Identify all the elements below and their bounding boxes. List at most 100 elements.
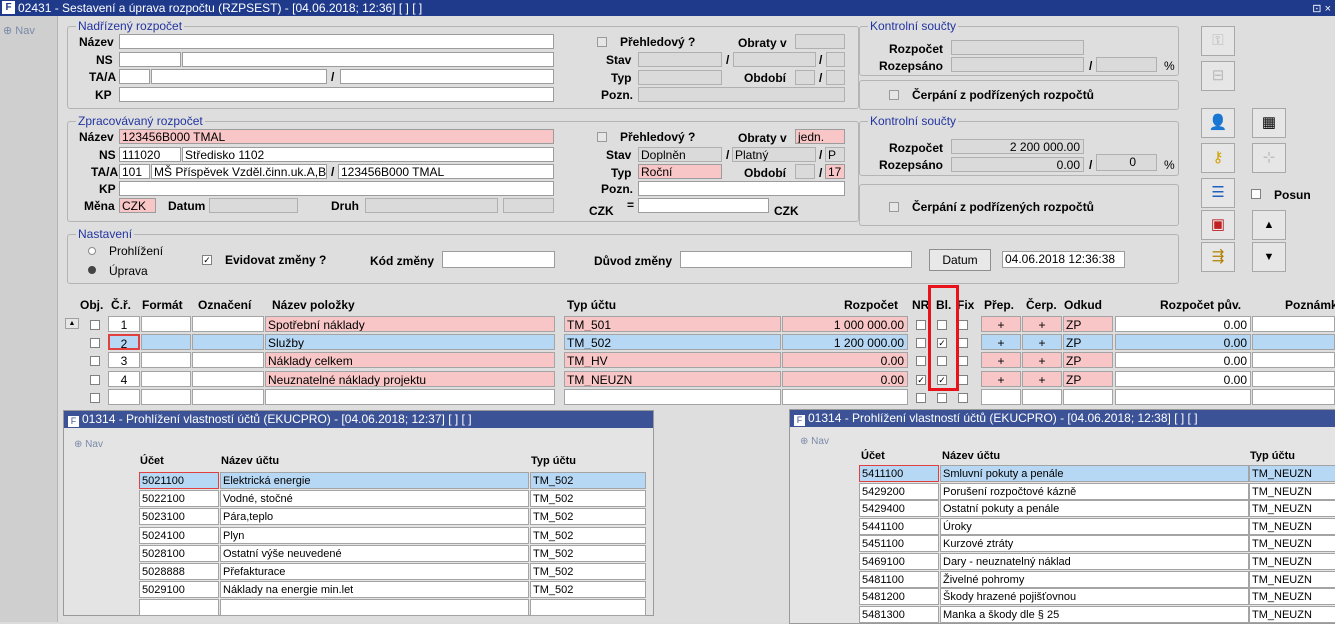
grid-cell-nazev[interactable]: Neuznatelné náklady projektu xyxy=(265,371,555,387)
account-typ[interactable]: TM_NEUZN xyxy=(1249,517,1335,535)
nadrizeny-typ-field[interactable] xyxy=(638,70,722,85)
nr-checkbox[interactable] xyxy=(916,393,926,403)
account-ucet[interactable]: 5481300 xyxy=(859,605,939,623)
grid-cell-blank[interactable] xyxy=(192,352,264,368)
account-typ[interactable]: TM_NEUZN xyxy=(1249,465,1335,482)
zpracovavany-druh-field2[interactable] xyxy=(503,198,554,213)
grid-cell-puv[interactable] xyxy=(1115,389,1251,405)
account-ucet[interactable]: 5469100 xyxy=(859,553,939,570)
grid-cell-blank[interactable] xyxy=(141,371,191,387)
grid-cell-blank[interactable] xyxy=(192,389,264,405)
account-ucet[interactable]: 5023100 xyxy=(139,508,219,526)
kontrolni1-pct-field[interactable] xyxy=(1096,57,1157,72)
account-ucet[interactable] xyxy=(139,599,219,617)
account-typ[interactable]: TM_502 xyxy=(530,472,646,489)
user-icon[interactable]: 👤 xyxy=(1201,108,1235,138)
account-typ[interactable]: TM_NEUZN xyxy=(1249,482,1335,500)
grid-cell-cr[interactable]: 2 xyxy=(108,334,140,350)
zpracovavany-stav-field3[interactable]: P xyxy=(825,147,845,162)
account-nazev[interactable]: Vodné, stočné xyxy=(220,490,529,508)
account-ucet[interactable]: 5481200 xyxy=(859,588,939,606)
grid-cell-typ[interactable]: TM_HV xyxy=(564,352,781,368)
grid-cell-rozpocet[interactable]: 0.00 xyxy=(782,371,908,387)
grid-cell-nazev[interactable] xyxy=(265,389,555,405)
grid-cell-cr[interactable]: 4 xyxy=(108,371,140,387)
hierarchy-icon[interactable]: ☰ xyxy=(1201,178,1235,208)
nadrizeny-taa-value[interactable] xyxy=(340,69,554,84)
grid-cell-typ[interactable] xyxy=(564,389,781,405)
grid-cell-blank[interactable] xyxy=(192,334,264,350)
account-ucet[interactable]: 5024100 xyxy=(139,526,219,544)
account-typ[interactable]: TM_NEUZN xyxy=(1249,553,1335,570)
zpracovavany-prehledovy-checkbox[interactable] xyxy=(597,132,607,142)
account-nazev[interactable]: Plyn xyxy=(220,526,529,544)
kontrolni2-pct-field[interactable]: 0 xyxy=(1096,154,1157,171)
duvod-zmeny-field[interactable] xyxy=(680,251,912,268)
grid-cell-puv[interactable]: 0.00 xyxy=(1115,371,1251,387)
zpracovavany-kp-field[interactable] xyxy=(119,181,554,196)
account-nazev[interactable]: Ostatní pokuty a penále xyxy=(940,500,1249,518)
grid-cell-blank[interactable] xyxy=(141,334,191,350)
account-typ[interactable]: TM_502 xyxy=(530,544,646,562)
fix-checkbox[interactable] xyxy=(958,393,968,403)
grid-cell-prep[interactable]: + xyxy=(981,334,1021,350)
account-typ[interactable] xyxy=(530,599,646,617)
account-nazev[interactable]: Manka a škody dle § 25 xyxy=(940,605,1249,623)
grid-cell-blank[interactable] xyxy=(192,371,264,387)
account-nazev[interactable]: Živelné pohromy xyxy=(940,570,1249,588)
account-typ[interactable]: TM_502 xyxy=(530,581,646,599)
tree-icon[interactable]: ⊟ xyxy=(1201,61,1235,91)
evidovat-checkbox[interactable]: ✓ xyxy=(202,255,212,265)
zpracovavany-typ-field[interactable]: Roční xyxy=(638,164,722,179)
kontrolni1-rozpocet-field[interactable] xyxy=(951,40,1084,55)
nadrizeny-obdobi-field[interactable] xyxy=(795,70,815,85)
account-typ[interactable]: TM_502 xyxy=(530,508,646,526)
account-nazev[interactable]: Pára,teplo xyxy=(220,508,529,526)
grid-cell-blank[interactable] xyxy=(1252,334,1335,350)
ucty-window-2-nav[interactable]: ⊕ Nav xyxy=(800,436,829,447)
obj-checkbox[interactable] xyxy=(90,393,100,403)
account-typ[interactable]: TM_502 xyxy=(530,563,646,580)
grid-cell-prep[interactable]: + xyxy=(981,371,1021,387)
bl-checkbox[interactable] xyxy=(937,393,947,403)
account-nazev[interactable]: Elektrická energie xyxy=(220,472,529,489)
fix-checkbox[interactable] xyxy=(958,338,968,348)
zpracovavany-druh-field[interactable] xyxy=(365,198,498,213)
account-typ[interactable]: TM_NEUZN xyxy=(1249,570,1335,588)
grid-cell-puv[interactable]: 0.00 xyxy=(1115,316,1251,332)
account-typ[interactable]: TM_NEUZN xyxy=(1249,588,1335,606)
split-icon[interactable]: ⊹ xyxy=(1252,143,1286,173)
grid-cell-cerp[interactable]: + xyxy=(1022,316,1062,332)
zpracovavany-stav-field2[interactable]: Platný xyxy=(732,147,816,162)
grid-cell-blank[interactable] xyxy=(1252,389,1335,405)
obj-checkbox[interactable] xyxy=(90,338,100,348)
grid-cell-blank[interactable] xyxy=(141,389,191,405)
account-ucet[interactable]: 5481100 xyxy=(859,570,939,588)
account-ucet[interactable]: 5028100 xyxy=(139,544,219,562)
grid-cell-odkud[interactable] xyxy=(1063,389,1113,405)
account-typ[interactable]: TM_502 xyxy=(530,490,646,508)
grid-cell-nazev[interactable]: Náklady celkem xyxy=(265,352,555,368)
grid-cell-rozpocet[interactable] xyxy=(782,389,908,405)
grid-cell-prep[interactable]: + xyxy=(981,352,1021,368)
nr-checkbox[interactable] xyxy=(916,356,926,366)
move-up-button[interactable]: ▲ xyxy=(1252,210,1286,240)
zpracovavany-ns-code[interactable]: 111020 xyxy=(119,147,181,162)
nadrizeny-obraty-field[interactable] xyxy=(795,34,845,49)
zpracovavany-mena-field[interactable]: CZK xyxy=(119,198,156,213)
account-nazev[interactable]: Náklady na energie min.let xyxy=(220,581,529,599)
account-nazev[interactable]: Porušení rozpočtové kázně xyxy=(940,482,1249,500)
grid-cell-cr[interactable]: 1 xyxy=(108,316,140,332)
account-typ[interactable]: TM_502 xyxy=(530,526,646,544)
kod-zmeny-field[interactable] xyxy=(442,251,555,268)
grid-cell-rozpocet[interactable]: 1 000 000.00 xyxy=(782,316,908,332)
grid-cell-odkud[interactable]: ZP xyxy=(1063,352,1113,368)
nadrizeny-pozn-field[interactable] xyxy=(638,87,845,102)
account-ucet[interactable]: 5429400 xyxy=(859,500,939,518)
grid-cell-blank[interactable] xyxy=(141,352,191,368)
obj-checkbox[interactable] xyxy=(90,375,100,385)
datum-value-field[interactable]: 04.06.2018 12:36:38 xyxy=(1002,251,1125,268)
obj-checkbox[interactable] xyxy=(90,320,100,330)
account-ucet[interactable]: 5429200 xyxy=(859,482,939,500)
grid-cell-blank[interactable] xyxy=(192,316,264,332)
